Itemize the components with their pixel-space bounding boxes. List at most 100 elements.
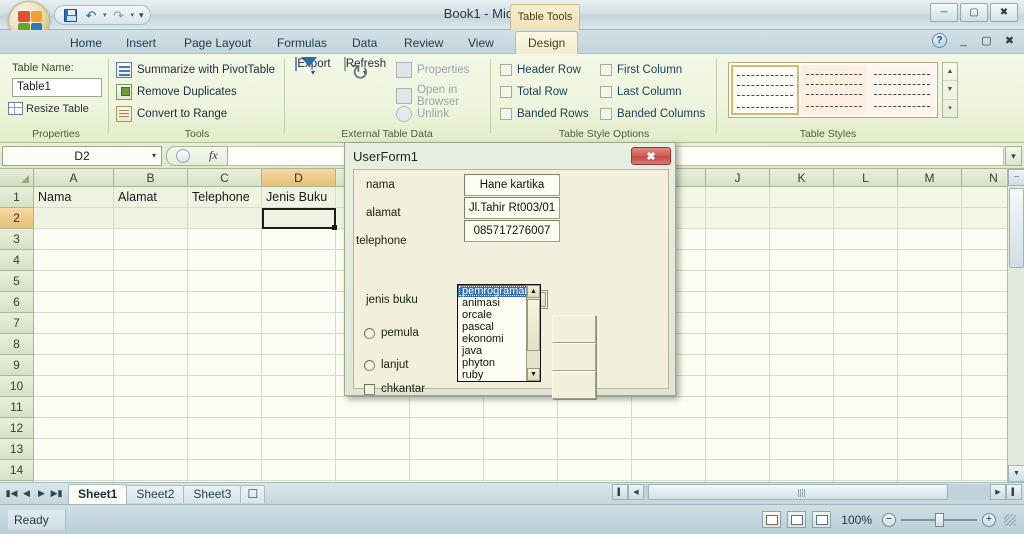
row-header-1[interactable]: 1 — [0, 187, 34, 208]
cell-d1[interactable]: Jenis Buku — [262, 187, 336, 208]
tab-design[interactable]: Design — [515, 31, 579, 54]
cell-b3[interactable] — [114, 229, 188, 250]
row-header-13[interactable]: 13 — [0, 439, 34, 460]
cell-j11[interactable] — [706, 397, 770, 418]
cell-a5[interactable] — [34, 271, 114, 292]
cell-m5[interactable] — [898, 271, 962, 292]
tab-data[interactable]: Data — [340, 32, 389, 54]
cell-m2[interactable] — [898, 208, 962, 229]
cell-l1[interactable] — [834, 187, 898, 208]
cell-e12[interactable] — [336, 418, 410, 439]
row-header-6[interactable]: 6 — [0, 292, 34, 313]
column-header-j[interactable]: J — [706, 169, 770, 187]
cell-l7[interactable] — [834, 313, 898, 334]
cell-e11[interactable] — [336, 397, 410, 418]
summarize-with-pivottable-button[interactable]: Summarize with PivotTable — [116, 62, 275, 78]
cell-m11[interactable] — [898, 397, 962, 418]
cell-b11[interactable] — [114, 397, 188, 418]
cell-j10[interactable] — [706, 376, 770, 397]
cell-j1[interactable] — [706, 187, 770, 208]
cell-k2[interactable] — [770, 208, 834, 229]
cell-k8[interactable] — [770, 334, 834, 355]
cell-k13[interactable] — [770, 439, 834, 460]
column-header-b[interactable]: B — [114, 169, 188, 187]
cell-j9[interactable] — [706, 355, 770, 376]
dropdown-scroll-down-icon[interactable]: ▼ — [527, 368, 540, 381]
cell-m3[interactable] — [898, 229, 962, 250]
cell-a2[interactable] — [34, 208, 114, 229]
close-button[interactable]: ✖ — [990, 3, 1018, 22]
cell-b10[interactable] — [114, 376, 188, 397]
page-layout-view-button[interactable] — [787, 511, 807, 528]
cell-a14[interactable] — [34, 460, 114, 481]
cell-k10[interactable] — [770, 376, 834, 397]
cell-m10[interactable] — [898, 376, 962, 397]
column-header-c[interactable]: C — [188, 169, 262, 187]
checkbox-banded-columns[interactable]: Banded Columns — [600, 108, 705, 120]
cell-e13[interactable] — [336, 439, 410, 460]
row-header-14[interactable]: 14 — [0, 460, 34, 481]
row-header-2[interactable]: 2 — [0, 208, 34, 229]
cell-c9[interactable] — [188, 355, 262, 376]
table-style-thumb[interactable] — [869, 65, 935, 115]
zoom-in-button[interactable]: + — [982, 512, 996, 527]
cell-l5[interactable] — [834, 271, 898, 292]
cell-d5[interactable] — [262, 271, 336, 292]
cell-b14[interactable] — [114, 460, 188, 481]
remove-duplicates-button[interactable]: Remove Duplicates — [116, 84, 237, 100]
userform-title-bar[interactable]: UserForm1 ✖ — [347, 145, 673, 167]
row-header-3[interactable]: 3 — [0, 229, 34, 250]
cell-d3[interactable] — [262, 229, 336, 250]
column-header-l[interactable]: L — [834, 169, 898, 187]
cell-d7[interactable] — [262, 313, 336, 334]
cell-k9[interactable] — [770, 355, 834, 376]
input-alamat[interactable]: Jl.Tahir Rt003/01 — [464, 197, 560, 219]
checkbox-header-row[interactable]: Header Row — [500, 64, 581, 76]
cell-b8[interactable] — [114, 334, 188, 355]
cell-d13[interactable] — [262, 439, 336, 460]
cell-f11[interactable] — [410, 397, 484, 418]
cell-j8[interactable] — [706, 334, 770, 355]
horizontal-scroll-track[interactable] — [644, 484, 990, 500]
minimize-button[interactable]: ─ — [930, 3, 958, 22]
cell-k5[interactable] — [770, 271, 834, 292]
cell-a1[interactable]: Nama — [34, 187, 114, 208]
cell-l10[interactable] — [834, 376, 898, 397]
zoom-thumb[interactable] — [935, 512, 944, 527]
dropdown-scroll-up-icon[interactable]: ▲ — [527, 285, 540, 298]
cell-i11[interactable] — [632, 397, 706, 418]
cell-b6[interactable] — [114, 292, 188, 313]
scroll-left-icon[interactable]: ◀ — [628, 484, 644, 500]
zoom-track[interactable] — [901, 512, 977, 527]
combobox-dropdown-list[interactable]: pemrograman animasi orcale pascal ekonom… — [457, 284, 541, 382]
zoom-slider[interactable]: − + — [882, 512, 996, 527]
row-header-9[interactable]: 9 — [0, 355, 34, 376]
cell-c14[interactable] — [188, 460, 262, 481]
cell-d11[interactable] — [262, 397, 336, 418]
cell-j7[interactable] — [706, 313, 770, 334]
cell-m13[interactable] — [898, 439, 962, 460]
gallery-more-icon[interactable]: ▾ — [943, 100, 957, 117]
cell-l8[interactable] — [834, 334, 898, 355]
cell-d12[interactable] — [262, 418, 336, 439]
tab-page-layout[interactable]: Page Layout — [172, 32, 263, 54]
sheet-tab-sheet1[interactable]: Sheet1 — [68, 483, 128, 504]
cell-d6[interactable] — [262, 292, 336, 313]
cell-l12[interactable] — [834, 418, 898, 439]
dropdown-scrollbar[interactable]: ▲ ▼ — [526, 285, 540, 381]
cell-c5[interactable] — [188, 271, 262, 292]
cell-k6[interactable] — [770, 292, 834, 313]
cell-b2[interactable] — [114, 208, 188, 229]
split-handle-right[interactable]: ▌ — [1006, 484, 1022, 500]
cell-b4[interactable] — [114, 250, 188, 271]
userform-close-button[interactable]: ✖ — [631, 147, 671, 165]
table-name-input[interactable]: Table1 — [12, 78, 102, 97]
resize-grip-icon[interactable] — [1004, 513, 1016, 526]
cell-h11[interactable] — [558, 397, 632, 418]
cell-j5[interactable] — [706, 271, 770, 292]
cell-a11[interactable] — [34, 397, 114, 418]
userform-button-1[interactable] — [552, 315, 596, 343]
cell-j3[interactable] — [706, 229, 770, 250]
scroll-up-icon[interactable]: ─ — [1008, 169, 1024, 186]
cell-l11[interactable] — [834, 397, 898, 418]
